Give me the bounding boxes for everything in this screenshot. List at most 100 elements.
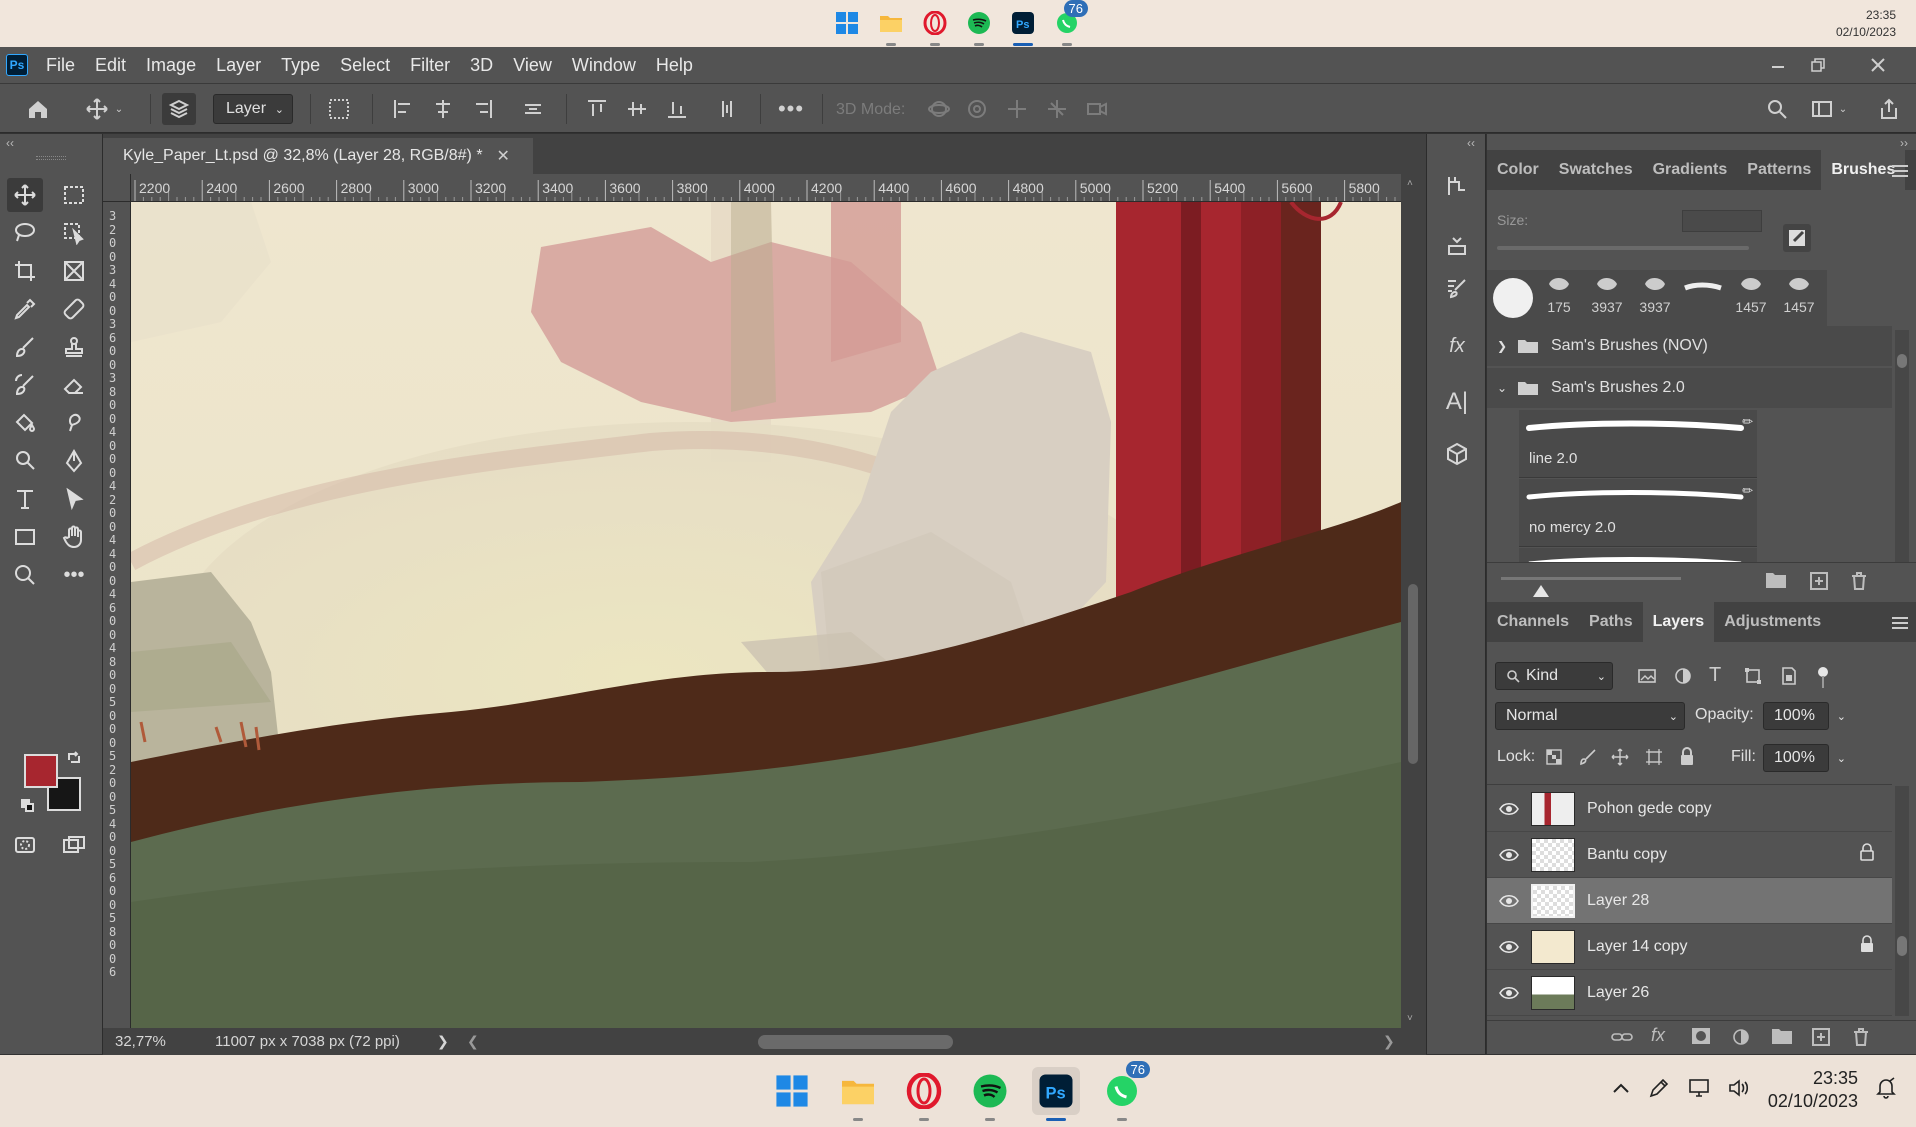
lock-position-icon[interactable] <box>1611 748 1629 771</box>
recent-brush-5[interactable]: 1457 <box>1729 272 1773 320</box>
spotify-icon[interactable] <box>962 6 996 46</box>
lock-artboard-icon[interactable] <box>1645 748 1663 771</box>
new-adjustment-layer-icon[interactable] <box>1731 1027 1751 1052</box>
whatsapp-icon[interactable]: 76 <box>1098 1061 1150 1121</box>
brush-settings-panel-icon[interactable] <box>1441 272 1473 304</box>
menu-layer[interactable]: Layer <box>206 55 271 76</box>
hand-tool-icon[interactable] <box>56 520 92 554</box>
blend-mode-dropdown[interactable]: Normal ⌄ <box>1495 702 1685 730</box>
file-explorer-icon[interactable] <box>874 6 908 46</box>
slider-handle[interactable] <box>1533 585 1549 597</box>
properties-panel-icon[interactable] <box>1441 230 1473 262</box>
align-top-icon[interactable] <box>582 93 612 125</box>
menu-window[interactable]: Window <box>562 55 646 76</box>
tab-patterns[interactable]: Patterns <box>1737 150 1821 190</box>
3d-orbit-icon[interactable] <box>924 93 954 125</box>
opera-icon[interactable] <box>900 1067 948 1121</box>
opera-icon[interactable] <box>918 6 952 46</box>
3d-camera-icon[interactable] <box>1082 93 1112 125</box>
scroll-up-icon[interactable]: ˄ <box>1407 178 1413 189</box>
eye-icon[interactable] <box>1487 894 1531 908</box>
horizontal-scroll-thumb[interactable] <box>758 1035 953 1049</box>
delete-layer-icon[interactable] <box>1851 1027 1871 1052</box>
brushes-scrollbar[interactable] <box>1895 330 1909 570</box>
eyedropper-tool-icon[interactable] <box>7 292 43 326</box>
styles-panel-icon[interactable]: fx <box>1441 330 1473 362</box>
brush-size-field[interactable] <box>1682 210 1762 232</box>
character-panel-icon[interactable]: A| <box>1441 386 1473 418</box>
tab-color[interactable]: Color <box>1487 150 1549 190</box>
collapse-panels-icon[interactable]: ›› <box>1900 136 1908 150</box>
new-brush-icon[interactable] <box>1809 571 1829 596</box>
recent-brush-round[interactable] <box>1493 278 1533 318</box>
move-tool-icon[interactable] <box>7 178 43 212</box>
ruler-left[interactable]: 3200340036003800400042004400460048005000… <box>103 202 131 1028</box>
tab-paths[interactable]: Paths <box>1579 602 1643 642</box>
path-selection-tool-icon[interactable] <box>56 482 92 516</box>
windows-start-icon[interactable] <box>768 1067 816 1115</box>
brush-folder-nov[interactable]: ❯ Sam's Brushes (NOV) <box>1487 326 1892 366</box>
top-clock[interactable]: 23:35 02/10/2023 <box>1836 7 1896 41</box>
lasso-tool-icon[interactable] <box>7 216 43 250</box>
filter-type-icon[interactable]: T <box>1709 664 1721 687</box>
chevron-down-icon[interactable]: ⌄ <box>1837 752 1846 765</box>
crop-tool-icon[interactable] <box>7 254 43 288</box>
document-canvas[interactable] <box>131 202 1401 1028</box>
layer-row-layer-14-copy[interactable]: Layer 14 copy <box>1487 924 1892 970</box>
tab-layers[interactable]: Layers <box>1642 602 1715 642</box>
zoom-tool-icon[interactable] <box>7 558 43 592</box>
eraser-tool-icon[interactable] <box>56 368 92 402</box>
smudge-tool-icon[interactable] <box>56 406 92 440</box>
lock-transparent-icon[interactable] <box>1545 748 1563 771</box>
3d-roll-icon[interactable] <box>962 93 992 125</box>
distribute-vertical-icon[interactable] <box>712 93 742 125</box>
recent-brush-1[interactable]: 175 <box>1537 272 1581 320</box>
restore-icon[interactable] <box>1800 47 1836 83</box>
pen-tool-icon[interactable] <box>56 444 92 478</box>
new-brush-group-icon[interactable] <box>1765 571 1787 594</box>
menu-image[interactable]: Image <box>136 55 206 76</box>
scroll-down-icon[interactable]: ˅ <box>1407 1013 1413 1024</box>
document-tab[interactable]: Kyle_Paper_Lt.psd @ 32,8% (Layer 28, RGB… <box>103 138 533 174</box>
create-brush-icon[interactable] <box>1783 224 1811 252</box>
dodge-tool-icon[interactable] <box>7 444 43 478</box>
object-selection-tool-icon[interactable] <box>56 216 92 250</box>
history-brush-tool-icon[interactable] <box>7 368 43 402</box>
tab-swatches[interactable]: Swatches <box>1549 150 1643 190</box>
auto-select-icon[interactable] <box>162 93 196 125</box>
tab-gradients[interactable]: Gradients <box>1643 150 1738 190</box>
photoshop-logo-icon[interactable]: Ps <box>6 54 28 76</box>
ruler-top[interactable]: 2200 2400 2600 2800 3000 3200 3400 3600 3800 4000… <box>131 174 1401 202</box>
show-hidden-icons-chevron-up-icon[interactable] <box>1612 1081 1630 1099</box>
add-mask-icon[interactable] <box>1691 1027 1711 1050</box>
menu-view[interactable]: View <box>503 55 562 76</box>
menu-type[interactable]: Type <box>271 55 330 76</box>
3d-slide-icon[interactable] <box>1042 93 1072 125</box>
layers-panel-menu-icon[interactable] <box>1892 614 1908 632</box>
layer-style-icon[interactable]: fx <box>1651 1025 1665 1046</box>
recent-brush-6[interactable]: 1457 <box>1777 272 1821 320</box>
minimize-icon[interactable] <box>1760 47 1796 83</box>
spotify-icon[interactable] <box>966 1067 1014 1121</box>
show-transform-controls-icon[interactable] <box>322 93 356 125</box>
swap-colors-icon[interactable] <box>62 746 86 770</box>
share-icon[interactable] <box>1874 93 1904 125</box>
menu-filter[interactable]: Filter <box>400 55 460 76</box>
new-layer-icon[interactable] <box>1811 1027 1831 1052</box>
frame-tool-icon[interactable] <box>56 254 92 288</box>
align-bottom-icon[interactable] <box>662 93 692 125</box>
brush-size-slider[interactable] <box>1497 246 1749 250</box>
3d-pan-icon[interactable] <box>1002 93 1032 125</box>
clone-stamp-tool-icon[interactable] <box>56 330 92 364</box>
scroll-left-icon[interactable]: ❮ <box>467 1033 479 1050</box>
recent-brush-3[interactable]: 3937 <box>1633 272 1677 320</box>
auto-select-target-dropdown[interactable]: Layer ⌄ <box>213 94 293 124</box>
marquee-tool-icon[interactable] <box>56 178 92 212</box>
status-more-icon[interactable]: ❯ <box>437 1033 449 1050</box>
lock-pixels-icon[interactable] <box>1579 748 1597 771</box>
network-icon[interactable] <box>1688 1078 1710 1103</box>
photoshop-taskbar-icon[interactable]: Ps <box>1032 1067 1080 1121</box>
align-right-icon[interactable] <box>468 93 498 125</box>
menu-help[interactable]: Help <box>646 55 703 76</box>
lock-all-icon[interactable] <box>1679 746 1695 771</box>
